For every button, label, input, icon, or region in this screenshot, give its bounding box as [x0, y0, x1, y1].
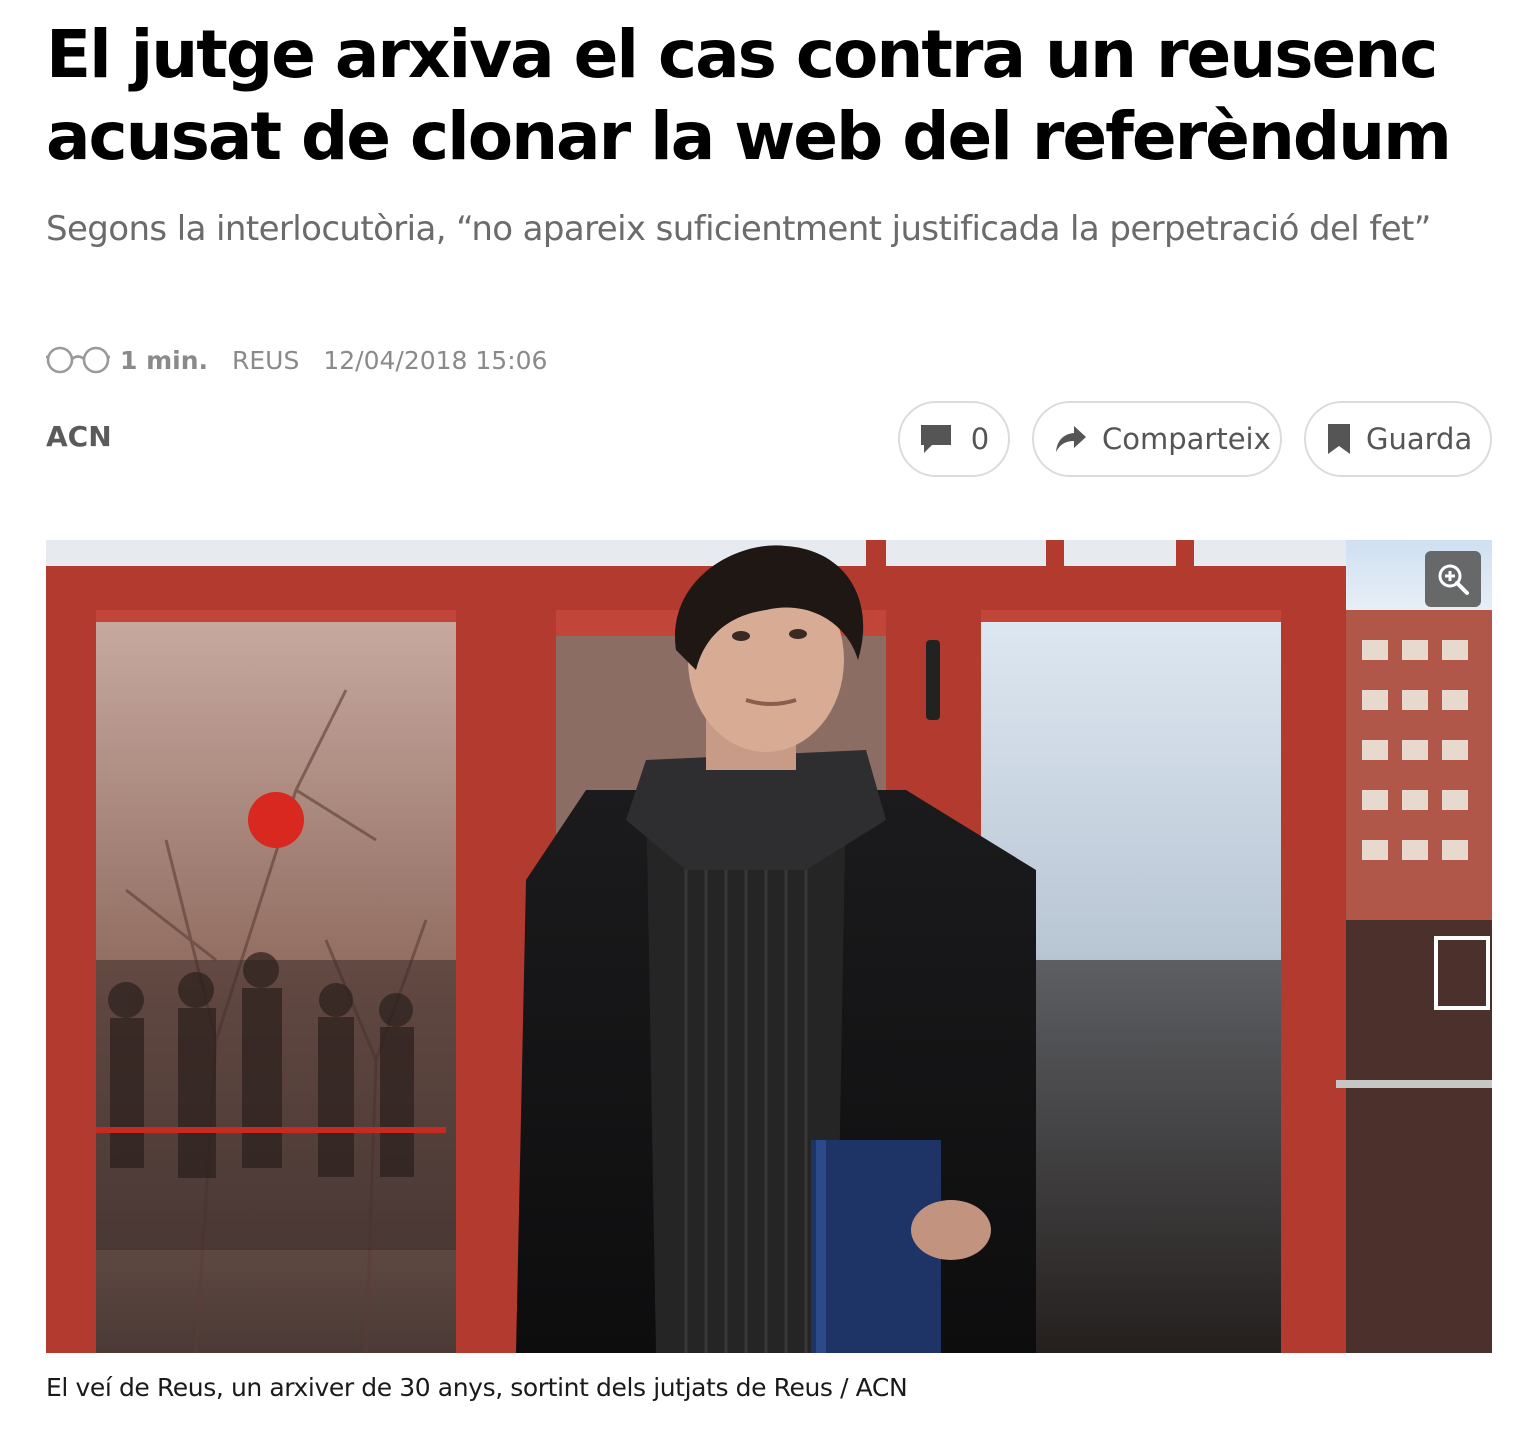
- bookmark-icon: [1328, 424, 1350, 454]
- article-subtitle: Segons la interlocutòria, “no apareix su…: [46, 209, 1431, 249]
- article-headline: El jutge arxiva el cas contra un reusenc…: [46, 16, 1452, 175]
- read-time: 1 min.: [120, 345, 209, 375]
- save-label: Guarda: [1366, 422, 1473, 456]
- zoom-button[interactable]: [1425, 551, 1481, 607]
- location-tag[interactable]: REUS: [232, 346, 299, 375]
- article-actions: 0 Comparteix Guarda: [898, 401, 1492, 477]
- image-caption: El veí de Reus, un arxiver de 30 anys, s…: [46, 1373, 908, 1402]
- publish-date: 12/04/2018 15:06: [323, 345, 548, 375]
- article-meta: 1 min. REUS 12/04/2018 15:06: [46, 340, 547, 380]
- comments-count: 0: [970, 422, 990, 456]
- zoom-in-icon: [1438, 564, 1469, 595]
- comments-button[interactable]: 0: [898, 401, 1010, 477]
- share-arrow-icon: [1056, 426, 1086, 452]
- share-label: Comparteix: [1102, 422, 1271, 456]
- share-button[interactable]: Comparteix: [1032, 401, 1282, 477]
- article-image[interactable]: [46, 540, 1492, 1353]
- glasses-icon: [46, 346, 110, 374]
- article-photo: [46, 540, 1492, 1353]
- save-button[interactable]: Guarda: [1304, 401, 1492, 477]
- comment-icon: [920, 425, 951, 453]
- byline-author[interactable]: ACN: [46, 420, 112, 453]
